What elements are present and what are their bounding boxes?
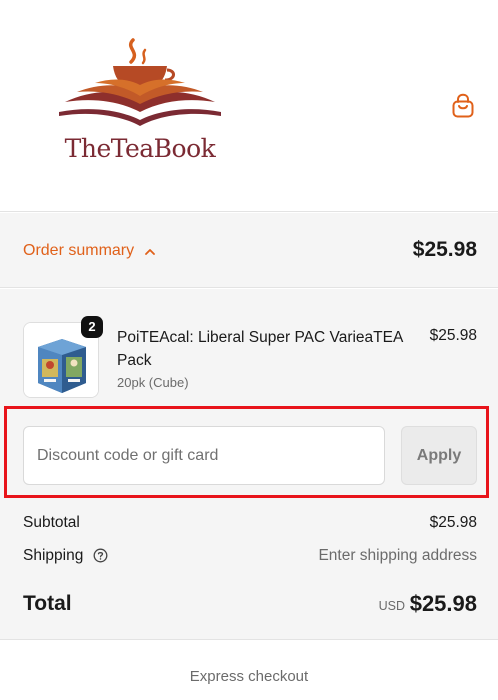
order-summary-toggle[interactable]: Order summary $25.98 xyxy=(0,213,498,288)
total-value: $25.98 xyxy=(409,591,477,616)
shipping-value: Enter shipping address xyxy=(318,547,477,564)
header: TheTeaBook xyxy=(0,0,498,212)
teabook-logo-icon xyxy=(59,38,221,126)
discount-code-input[interactable] xyxy=(23,426,385,485)
order-summary-total: $25.98 xyxy=(412,238,477,261)
brand-name: TheTeaBook xyxy=(64,134,216,163)
product-title: PoiTEAcal: Liberal Super PAC VarieaTEA P… xyxy=(117,329,403,369)
apply-discount-button[interactable]: Apply xyxy=(401,426,477,485)
total-currency: USD xyxy=(378,599,405,613)
product-price: $25.98 xyxy=(429,327,477,344)
shopping-bag-icon xyxy=(452,93,474,118)
total-label: Total xyxy=(23,592,72,615)
order-summary-panel: 2 PoiTEAcal: Liberal Super PAC VarieaTEA… xyxy=(0,289,498,640)
order-summary-label: Order summary xyxy=(23,242,135,259)
brand-logo[interactable]: TheTeaBook xyxy=(55,38,225,173)
cart-button[interactable] xyxy=(450,93,476,119)
help-circle-icon[interactable] xyxy=(93,548,108,563)
chevron-up-icon xyxy=(145,249,155,255)
shipping-label: Shipping xyxy=(23,547,84,564)
express-checkout-heading: Express checkout xyxy=(189,668,309,685)
subtotal-label: Subtotal xyxy=(23,514,80,531)
subtotal-value: $25.98 xyxy=(429,514,477,531)
quantity-badge: 2 xyxy=(81,316,103,338)
product-variant: 20pk (Cube) xyxy=(117,375,189,390)
